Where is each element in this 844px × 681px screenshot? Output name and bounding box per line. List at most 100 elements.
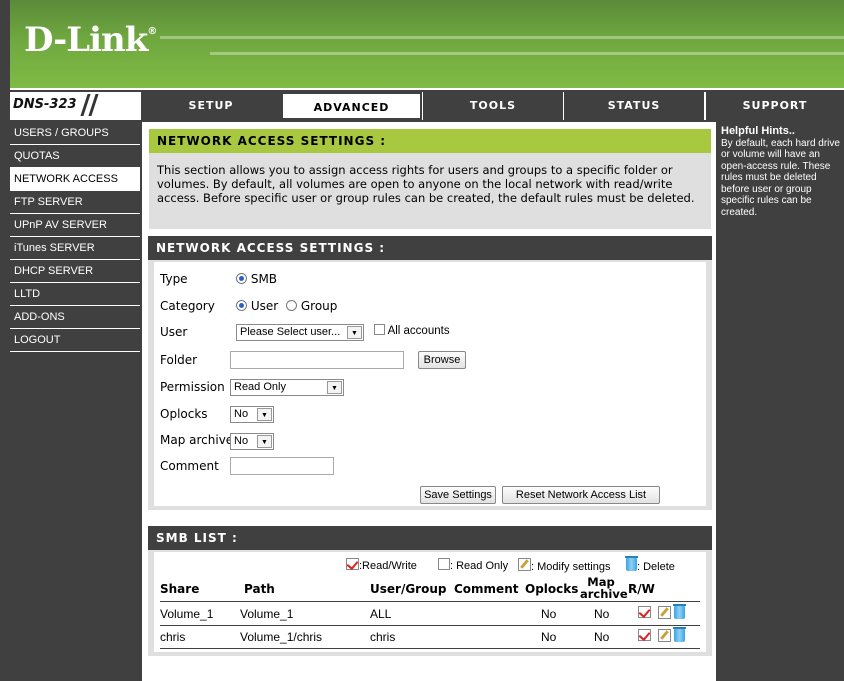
- col-path: Path: [244, 582, 275, 596]
- comment-label: Comment: [160, 459, 219, 473]
- settings-section: NETWORK ACCESS SETTINGS : Type SMB Categ…: [148, 236, 712, 510]
- sidebar-item-network-access[interactable]: NETWORK ACCESS: [10, 168, 140, 191]
- smb-list-section: SMB LIST : :Read/Write : Read Only : Mod…: [148, 526, 712, 656]
- header-divider: [160, 601, 700, 602]
- hints-text: By default, each hard drive or volume wi…: [721, 137, 840, 218]
- trash-icon[interactable]: [673, 604, 686, 621]
- category-group-radio[interactable]: [286, 300, 298, 311]
- sidebar: USERS / GROUPS QUOTAS NETWORK ACCESS FTP…: [10, 122, 140, 352]
- save-settings-button[interactable]: Save Settings: [420, 486, 496, 504]
- settings-title: NETWORK ACCESS SETTINGS :: [148, 236, 712, 260]
- read-write-icon: [346, 558, 359, 570]
- oplocks-select[interactable]: No ▼: [230, 406, 274, 423]
- cell-user-group: chris: [370, 630, 396, 644]
- cell-user-group: ALL: [370, 607, 392, 621]
- modify-icon[interactable]: [658, 606, 671, 621]
- col-oplocks: Oplocks: [525, 582, 579, 596]
- chevron-down-icon: ▼: [347, 326, 362, 339]
- read-only-icon: [438, 558, 450, 570]
- comment-input[interactable]: [230, 457, 334, 475]
- intro-text: This section allows you to assign access…: [157, 163, 695, 205]
- sidebar-item-ftp-server[interactable]: FTP SERVER: [10, 191, 140, 214]
- banner-stripe: [160, 36, 844, 39]
- sidebar-item-users-groups[interactable]: USERS / GROUPS: [10, 122, 140, 145]
- sidebar-item-quotas[interactable]: QUOTAS: [10, 145, 140, 168]
- cell-share: chris: [160, 630, 186, 644]
- sidebar-item-dhcp-server[interactable]: DHCP SERVER: [10, 260, 140, 283]
- category-user-radio[interactable]: [236, 300, 247, 311]
- read-write-icon: [638, 629, 651, 643]
- cell-share: Volume_1: [160, 607, 214, 621]
- col-share: Share: [160, 582, 200, 596]
- sidebar-item-lltd[interactable]: LLTD: [10, 283, 140, 306]
- category-label: Category: [160, 299, 215, 313]
- chevron-down-icon: ▼: [257, 408, 272, 421]
- row-divider: [160, 625, 700, 626]
- category-group-label: Group: [300, 299, 338, 313]
- tab-advanced[interactable]: ADVANCED: [281, 92, 422, 120]
- permission-select[interactable]: Read Only ▼: [230, 379, 344, 396]
- sidebar-item-itunes-server[interactable]: iTunes SERVER: [10, 237, 140, 260]
- top-nav: DNS-323 SETUP ADVANCED TOOLS STATUS SUPP…: [10, 92, 844, 120]
- model-slash: [88, 94, 99, 116]
- intro-section: NETWORK ACCESS SETTINGS : This section a…: [148, 128, 712, 230]
- intro-title: NETWORK ACCESS SETTINGS :: [149, 129, 711, 153]
- folder-input[interactable]: [230, 351, 404, 369]
- type-smb-radio[interactable]: [236, 273, 247, 284]
- modify-icon: [518, 558, 531, 571]
- row-divider: [160, 648, 700, 649]
- settings-form: Type SMB Category User Group User Please…: [154, 262, 706, 506]
- folder-label: Folder: [160, 353, 198, 367]
- tab-support[interactable]: SUPPORT: [704, 92, 844, 120]
- legend-read-only: : Read Only: [438, 558, 508, 572]
- cell-oplocks: No: [541, 630, 557, 644]
- chevron-down-icon: ▼: [257, 435, 272, 448]
- sidebar-item-upnp-av-server[interactable]: UPnP AV SERVER: [10, 214, 140, 237]
- page: D-Link® DNS-323 SETUP ADVANCED TOOLS STA…: [10, 0, 844, 681]
- cell-map-archive: No: [594, 607, 610, 621]
- col-map-archive: Map archive: [580, 575, 628, 601]
- trash-icon[interactable]: [673, 627, 686, 644]
- header-banner: D-Link®: [10, 0, 844, 90]
- legend-modify: : Modify settings: [518, 558, 610, 573]
- user-label: User: [160, 325, 188, 339]
- trash-icon: [625, 556, 638, 571]
- read-write-icon: [638, 606, 651, 620]
- map-archive-label: Map archive: [160, 433, 234, 447]
- sidebar-item-add-ons[interactable]: ADD-ONS: [10, 306, 140, 329]
- type-label: Type: [160, 272, 188, 286]
- sidebar-item-logout[interactable]: LOGOUT: [10, 329, 140, 352]
- tab-tools[interactable]: TOOLS: [422, 92, 563, 120]
- col-comment: Comment: [454, 582, 519, 596]
- hints-title: Helpful Hints..: [721, 125, 795, 137]
- main-content: NETWORK ACCESS SETTINGS : This section a…: [142, 122, 716, 681]
- cell-oplocks: No: [541, 607, 557, 621]
- tab-status[interactable]: STATUS: [563, 92, 704, 120]
- all-accounts-checkbox[interactable]: [374, 324, 385, 335]
- cell-path: Volume_1/chris: [240, 630, 323, 644]
- oplocks-label: Oplocks: [160, 407, 208, 421]
- legend-delete: : Delete: [625, 556, 675, 573]
- map-archive-select[interactable]: No ▼: [230, 433, 274, 450]
- modify-icon[interactable]: [658, 629, 671, 644]
- type-smb-option[interactable]: SMB: [236, 272, 277, 286]
- cell-path: Volume_1: [240, 607, 294, 621]
- col-user-group: User/Group: [370, 582, 447, 596]
- browse-button[interactable]: Browse: [418, 351, 466, 369]
- banner-stripe: [210, 52, 844, 55]
- all-accounts-option[interactable]: All accounts: [374, 324, 450, 337]
- smb-list-title: SMB LIST :: [148, 526, 712, 550]
- user-select[interactable]: Please Select user... ▼: [236, 324, 364, 341]
- chevron-down-icon: ▼: [327, 381, 342, 394]
- legend-read-write: :Read/Write: [346, 558, 417, 572]
- permission-label: Permission: [160, 380, 225, 394]
- model-label: DNS-323: [10, 92, 140, 120]
- tab-setup[interactable]: SETUP: [140, 92, 281, 120]
- dlink-logo: D-Link®: [24, 20, 157, 60]
- category-options: User Group: [236, 299, 337, 313]
- cell-map-archive: No: [594, 630, 610, 644]
- category-user-label: User: [250, 299, 279, 313]
- col-rw: R/W: [628, 582, 655, 596]
- smb-table: :Read/Write : Read Only : Modify setting…: [154, 552, 706, 652]
- reset-network-access-button[interactable]: Reset Network Access List: [502, 486, 660, 504]
